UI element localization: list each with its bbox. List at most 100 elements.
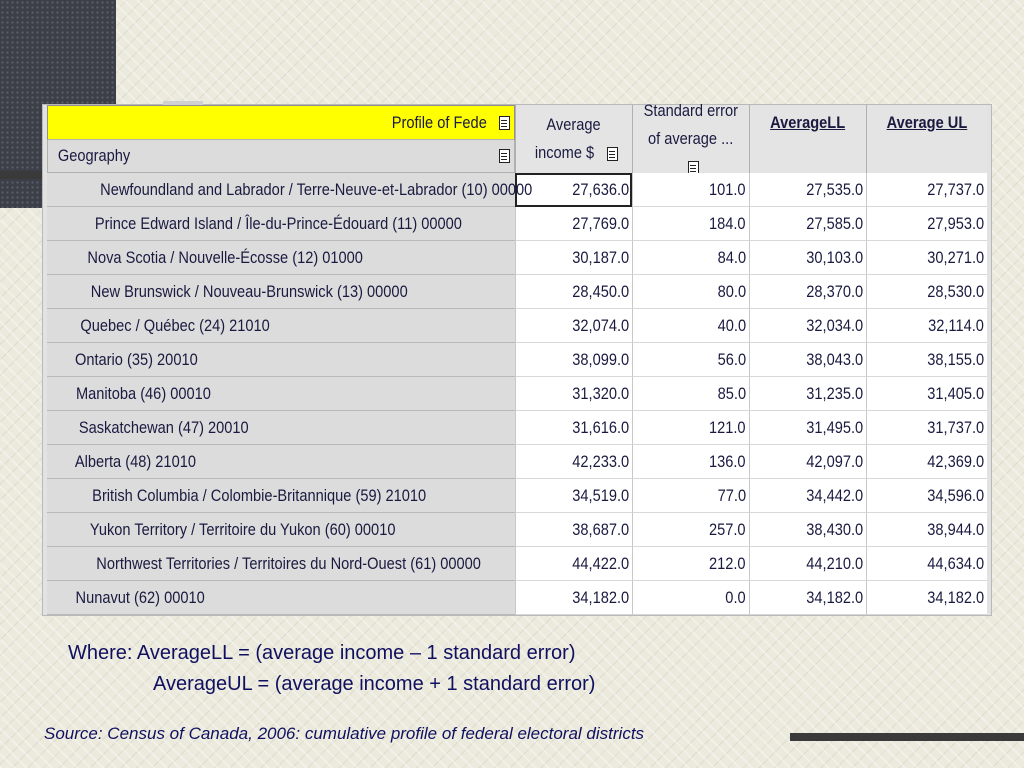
value-cell-avg[interactable]: 38,099.0	[515, 343, 632, 377]
value-text: 27,535.0	[806, 179, 863, 199]
column-header-line1: AverageLL	[770, 113, 846, 132]
value-text: 257.0	[709, 519, 746, 539]
value-cell-ll[interactable]: 42,097.0	[749, 445, 866, 479]
value-cell-se[interactable]: 0.0	[632, 581, 749, 615]
value-text: 56.0	[717, 349, 746, 369]
document-icon[interactable]	[607, 146, 619, 161]
value-cell-ul[interactable]: 38,155.0	[866, 343, 987, 377]
geography-cell[interactable]: Ontario (35) 20010	[47, 343, 515, 377]
geography-cell[interactable]: Newfoundland and Labrador / Terre-Neuve-…	[47, 173, 532, 207]
table-title: Profile of Fede	[392, 112, 488, 132]
table-row: New Brunswick / Nouveau-Brunswick (13) 0…	[47, 275, 987, 309]
value-cell-ll[interactable]: 44,210.0	[749, 547, 866, 581]
geography-cell[interactable]: Nunavut (62) 00010	[47, 581, 515, 615]
value-cell-ll[interactable]: 34,182.0	[749, 581, 866, 615]
value-cell-se[interactable]: 40.0	[632, 309, 749, 343]
column-header-averagell[interactable]: AverageLL	[749, 105, 866, 173]
value-cell-se[interactable]: 101.0	[632, 173, 749, 207]
geography-cell[interactable]: Yukon Territory / Territoire du Yukon (6…	[47, 513, 515, 547]
value-cell-se[interactable]: 84.0	[632, 241, 749, 275]
value-cell-avg[interactable]: 42,233.0	[515, 445, 632, 479]
value-cell-avg[interactable]: 34,182.0	[515, 581, 632, 615]
table-title-cell[interactable]: Profile of Fede	[47, 105, 515, 140]
data-table: Profile of Fede Geography Average income…	[42, 101, 992, 616]
value-cell-avg[interactable]: 28,450.0	[515, 275, 632, 309]
value-cell-se[interactable]: 136.0	[632, 445, 749, 479]
value-cell-ll[interactable]: 34,442.0	[749, 479, 866, 513]
value-cell-ul[interactable]: 42,369.0	[866, 445, 987, 479]
value-cell-ll[interactable]: 27,585.0	[749, 207, 866, 241]
value-cell-ll[interactable]: 30,103.0	[749, 241, 866, 275]
column-header-line1: Average	[546, 115, 602, 134]
value-cell-ll[interactable]: 32,034.0	[749, 309, 866, 343]
table-row: Newfoundland and Labrador / Terre-Neuve-…	[47, 173, 987, 207]
value-cell-se[interactable]: 184.0	[632, 207, 749, 241]
value-cell-ul[interactable]: 27,953.0	[866, 207, 987, 241]
value-cell-avg[interactable]: 44,422.0	[515, 547, 632, 581]
value-cell-ul[interactable]: 44,634.0	[866, 547, 987, 581]
value-cell-se[interactable]: 121.0	[632, 411, 749, 445]
value-cell-ll[interactable]: 38,430.0	[749, 513, 866, 547]
geography-header-cell[interactable]: Geography	[47, 140, 515, 173]
value-cell-ul[interactable]: 30,271.0	[866, 241, 987, 275]
document-icon[interactable]	[499, 115, 510, 130]
value-text: 38,430.0	[806, 519, 863, 539]
value-cell-ul[interactable]: 31,405.0	[866, 377, 987, 411]
value-cell-ul[interactable]: 27,737.0	[866, 173, 987, 207]
value-cell-ll[interactable]: 28,370.0	[749, 275, 866, 309]
value-text: 38,099.0	[572, 349, 629, 369]
value-cell-ul[interactable]: 28,530.0	[866, 275, 987, 309]
table-row: Nunavut (62) 00010 34,182.0 0.0 34,182.0 34,…	[47, 581, 987, 615]
value-cell-ul[interactable]: 32,114.0	[866, 309, 987, 343]
value-text: 121.0	[709, 417, 746, 437]
column-header-line2: of average ...	[648, 129, 734, 148]
value-cell-se[interactable]: 77.0	[632, 479, 749, 513]
geography-cell[interactable]: New Brunswick / Nouveau-Brunswick (13) 0…	[47, 275, 515, 309]
geography-cell[interactable]: Manitoba (46) 00010	[47, 377, 515, 411]
geography-label: Northwest Territories / Territoires du N…	[96, 553, 481, 573]
value-cell-ll[interactable]: 38,043.0	[749, 343, 866, 377]
value-cell-se[interactable]: 212.0	[632, 547, 749, 581]
geography-cell[interactable]: Nova Scotia / Nouvelle-Écosse (12) 01000	[47, 241, 515, 275]
column-header-average-ul[interactable]: Average UL	[866, 105, 987, 173]
value-text: 34,596.0	[927, 485, 984, 505]
value-cell-ul[interactable]: 38,944.0	[866, 513, 987, 547]
table-row: Prince Edward Island / Île-du-Prince-Édo…	[47, 207, 987, 241]
value-cell-avg[interactable]: 31,320.0	[515, 377, 632, 411]
value-cell-avg[interactable]: 38,687.0	[515, 513, 632, 547]
note-averagell: Where: AverageLL = (average income – 1 s…	[68, 642, 576, 664]
value-cell-se[interactable]: 56.0	[632, 343, 749, 377]
value-cell-se[interactable]: 257.0	[632, 513, 749, 547]
value-cell-avg[interactable]: 32,074.0	[515, 309, 632, 343]
value-cell-avg[interactable]: 27,636.0	[515, 173, 632, 207]
value-cell-avg[interactable]: 31,616.0	[515, 411, 632, 445]
geography-label: Prince Edward Island / Île-du-Prince-Édo…	[94, 213, 462, 233]
geography-cell[interactable]: Prince Edward Island / Île-du-Prince-Édo…	[47, 207, 515, 241]
value-text: 80.0	[717, 281, 746, 301]
value-cell-ll[interactable]: 27,535.0	[749, 173, 866, 207]
value-cell-ul[interactable]: 31,737.0	[866, 411, 987, 445]
geography-cell[interactable]: British Columbia / Colombie-Britannique …	[47, 479, 515, 513]
geography-cell[interactable]: Quebec / Québec (24) 21010	[47, 309, 515, 343]
geography-label: Quebec / Québec (24) 21010	[80, 315, 270, 335]
geography-cell[interactable]: Alberta (48) 21010	[47, 445, 515, 479]
value-cell-avg[interactable]: 30,187.0	[515, 241, 632, 275]
value-cell-avg[interactable]: 34,519.0	[515, 479, 632, 513]
value-text: 31,405.0	[927, 383, 984, 403]
value-cell-se[interactable]: 85.0	[632, 377, 749, 411]
value-cell-ul[interactable]: 34,596.0	[866, 479, 987, 513]
column-header-standard-error[interactable]: Standard error of average ...	[632, 101, 749, 175]
geography-cell[interactable]: Northwest Territories / Territoires du N…	[47, 547, 515, 581]
note-averageul: AverageUL = (average income + 1 standard…	[153, 673, 596, 695]
document-icon[interactable]	[499, 149, 510, 163]
geography-cell[interactable]: Saskatchewan (47) 20010	[47, 411, 515, 445]
value-text: 34,182.0	[806, 587, 863, 607]
value-text: 32,114.0	[928, 315, 984, 335]
value-cell-ul[interactable]: 34,182.0	[866, 581, 987, 615]
value-cell-ll[interactable]: 31,235.0	[749, 377, 866, 411]
value-text: 84.0	[717, 247, 746, 267]
value-cell-ll[interactable]: 31,495.0	[749, 411, 866, 445]
value-cell-se[interactable]: 80.0	[632, 275, 749, 309]
value-cell-avg[interactable]: 27,769.0	[515, 207, 632, 241]
column-header-average-income[interactable]: Average income $	[515, 105, 632, 173]
